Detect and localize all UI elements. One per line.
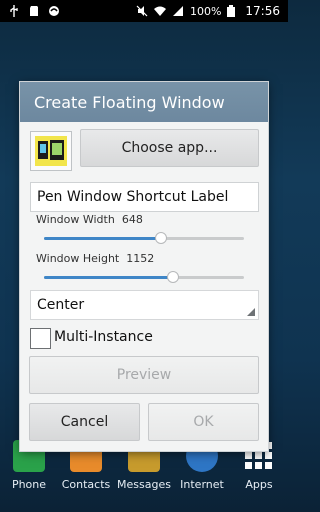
window-height-text: Window Height xyxy=(36,252,120,265)
dock-item-label: Contacts xyxy=(61,478,111,491)
clock: 17:56 xyxy=(245,4,280,18)
window-width-slider-fill xyxy=(44,237,161,240)
dock-item-label: Phone xyxy=(11,478,47,491)
dock-item-label: Internet xyxy=(180,478,224,491)
cancel-button[interactable]: Cancel xyxy=(29,403,140,441)
app-icon-button[interactable] xyxy=(30,131,72,171)
window-width-label: Window Width 648 xyxy=(36,213,143,226)
status-bar: 100% 17:56 xyxy=(0,0,288,22)
dialog-title: Create Floating Window xyxy=(20,82,268,122)
choose-app-button[interactable]: Choose app... xyxy=(80,129,259,167)
shortcut-label-value: Pen Window Shortcut Label xyxy=(37,189,229,205)
window-width-text: Window Width xyxy=(36,213,115,226)
signal-icon xyxy=(172,5,184,17)
window-width-value: 648 xyxy=(121,213,143,226)
window-height-slider[interactable] xyxy=(44,271,244,283)
create-floating-window-dialog: Create Floating Window Choose app... Pen… xyxy=(20,82,268,451)
preview-label: Preview xyxy=(116,367,172,383)
cancel-label: Cancel xyxy=(60,414,109,430)
window-height-slider-thumb[interactable] xyxy=(167,271,179,283)
mute-icon xyxy=(136,5,148,17)
position-select[interactable]: Center xyxy=(30,290,259,320)
battery-percent: 100% xyxy=(189,4,222,18)
pen-window-app-icon xyxy=(35,136,67,166)
window-height-label: Window Height 1152 xyxy=(36,252,154,265)
window-height-slider-fill xyxy=(44,276,173,279)
ok-button[interactable]: OK xyxy=(148,403,259,441)
choose-app-label: Choose app... xyxy=(121,140,218,156)
window-width-slider-thumb[interactable] xyxy=(155,232,167,244)
dock-item-label: Apps xyxy=(245,478,273,491)
window-width-slider[interactable] xyxy=(44,232,244,244)
battery-icon xyxy=(227,5,239,17)
multi-instance-label: Multi-Instance xyxy=(54,329,153,345)
multi-instance-checkbox[interactable] xyxy=(30,328,51,349)
preview-button[interactable]: Preview xyxy=(29,356,259,394)
usb-icon xyxy=(8,5,20,17)
sd-card-icon xyxy=(28,5,40,17)
sync-icon xyxy=(48,5,60,17)
wifi-icon xyxy=(153,5,166,17)
shortcut-label-input[interactable]: Pen Window Shortcut Label xyxy=(30,182,259,212)
dock-item-label: Messages xyxy=(117,478,171,491)
dropdown-caret-icon xyxy=(247,308,255,316)
position-value: Center xyxy=(37,297,85,313)
window-height-value: 1152 xyxy=(126,252,155,265)
ok-label: OK xyxy=(193,414,214,430)
